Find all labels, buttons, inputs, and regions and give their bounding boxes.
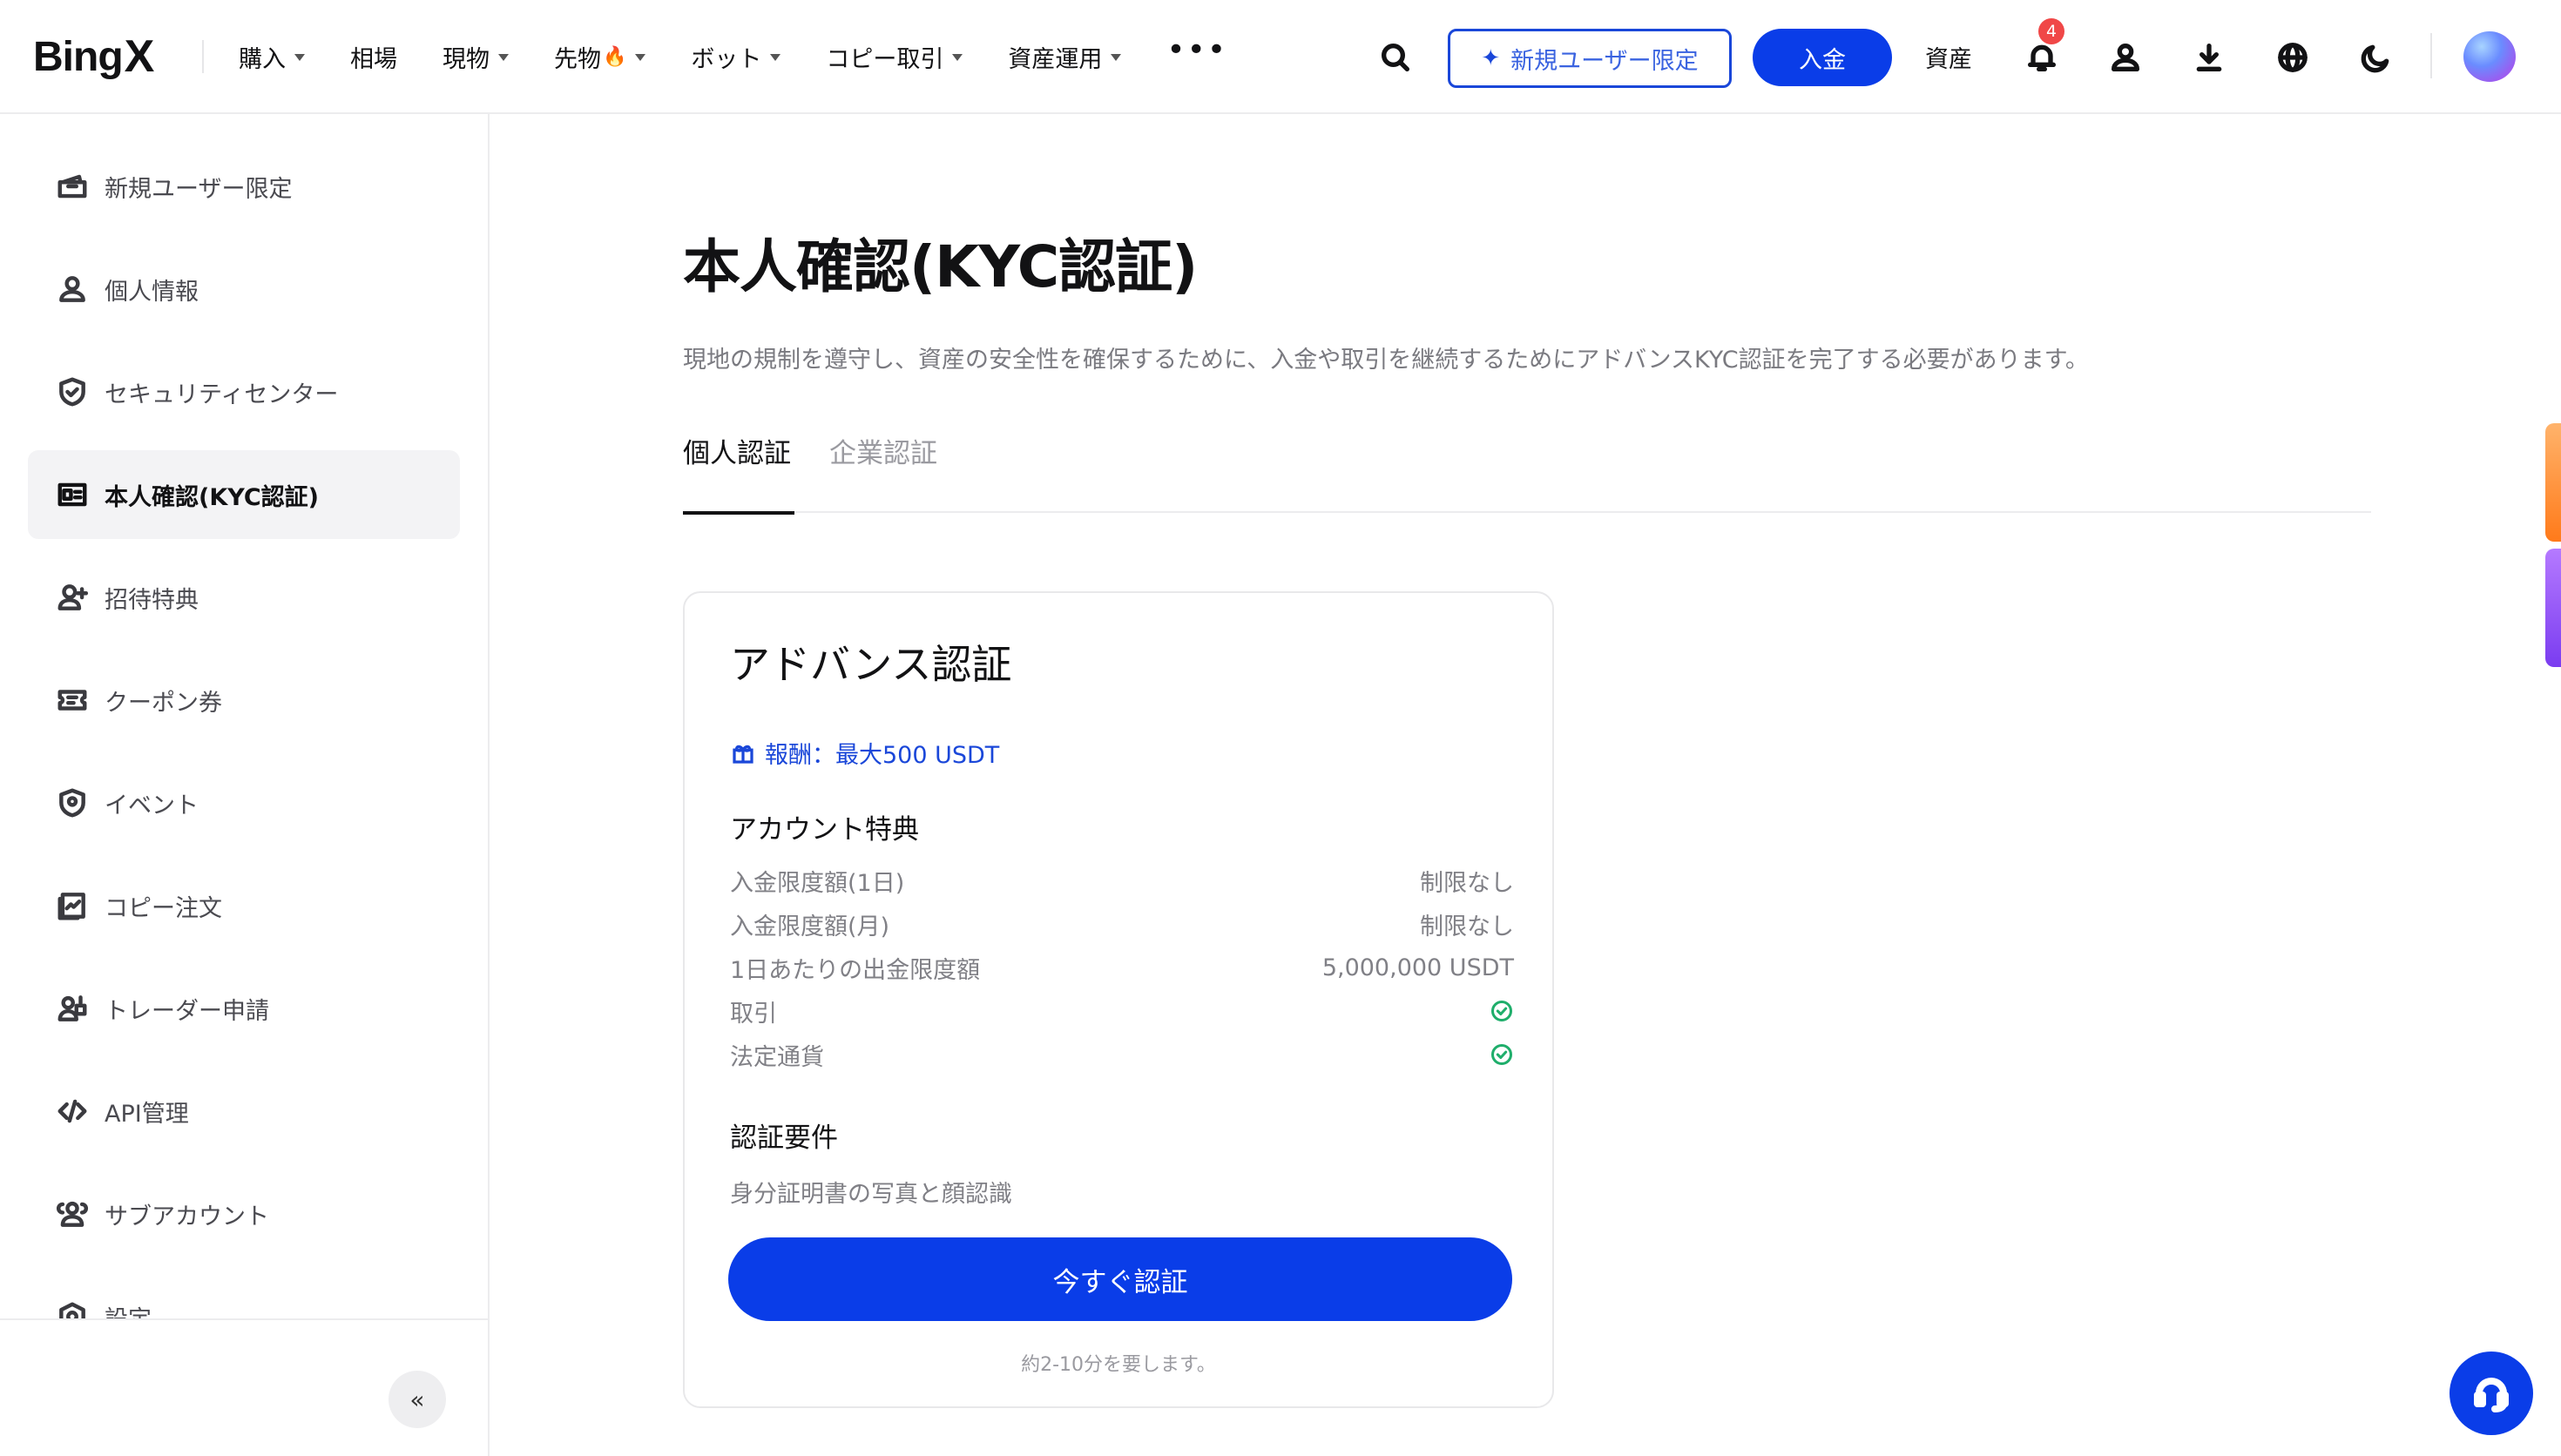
benefit-row: 入金限度額(1日) 制限なし [730,869,1514,897]
sidebar-item-security[interactable]: セキュリティセンター [28,347,460,436]
search-icon[interactable] [1376,38,1415,77]
chevron-down-icon [1111,54,1122,61]
benefits-title: アカウント特典 [730,814,919,846]
logo-text: Bing [33,33,124,80]
notification-badge: 4 [2038,18,2064,44]
id-card-icon [57,482,87,507]
user-icon[interactable] [2106,38,2145,77]
menu-markets[interactable]: 相場 [350,40,397,74]
nav-divider [2430,33,2432,78]
sidebar-footer: « [0,1318,488,1456]
requirements-text: 身分証明書の写真と顔認識 [730,1181,1012,1208]
customer-support-button[interactable] [2450,1352,2533,1435]
side-promo-tab[interactable] [2545,423,2561,542]
sidebar-item-kyc[interactable]: 本人確認(KYC認証) [28,450,460,539]
code-icon [57,1099,87,1123]
tab-personal[interactable]: 個人認証 [683,431,791,470]
event-shield-icon [59,788,85,818]
page-title: 本人確認(KYC認証) [683,233,1198,300]
top-navigation: Bing X 購入 相場 現物 先物 🔥 ボット コピー取引 資産運用 ••• ✦ … [0,0,2561,114]
sidebar: 新規ユーザー限定 個人情報 セキュリティセンター 本人確認(KYC認証) 招待特… [0,114,490,1456]
sub-account-icon [57,1201,88,1227]
check-circle-icon [1490,1000,1513,1022]
verify-now-button[interactable]: 今すぐ認証 [728,1237,1512,1321]
sidebar-item-api[interactable]: API管理 [28,1067,460,1156]
sidebar-item-sub-account[interactable]: サブアカウント [28,1170,460,1258]
page-description: 現地の規制を遵守し、資産の安全性を確保するために、入金や取引を継続するためにアド… [683,347,2089,374]
chevron-down-icon [635,54,646,61]
user-plus-icon [57,584,89,610]
deposit-button[interactable]: 入金 [1753,29,1892,86]
avatar[interactable] [2463,31,2516,82]
sidebar-item-copy-orders[interactable]: コピー注文 [28,861,460,950]
copy-order-icon [57,893,85,920]
chevron-down-icon [498,54,509,61]
sidebar-item-personal-info[interactable]: 個人情報 [28,245,460,334]
benefit-row: 取引 [730,994,1514,1028]
nav-divider [202,40,204,73]
menu-bots[interactable]: ボット [691,40,781,74]
verification-tabs: 個人認証 企業認証 [683,431,2371,513]
side-promo-tab[interactable] [2545,549,2561,667]
benefit-row: 法定通貨 [730,1037,1514,1072]
reward-info: 報酬：最大500 USDT [730,736,999,770]
headset-icon [2474,1378,2509,1412]
logo-x: X [124,31,155,82]
sidebar-item-coupons[interactable]: クーポン券 [28,656,460,745]
new-user-promo-button[interactable]: ✦ 新規ユーザー限定 [1448,29,1732,88]
assets-link[interactable]: 資産 [1925,40,1972,74]
trader-icon [57,995,87,1021]
bell-icon[interactable] [2023,38,2061,77]
coupon-icon [57,690,87,711]
gift-icon [733,745,753,764]
main-content: 本人確認(KYC認証) 現地の規制を遵守し、資産の安全性を確保するために、入金や… [491,114,2561,1456]
advanced-verification-card: アドバンス認証 報酬：最大500 USDT アカウント特典 入金限度額(1日) … [683,591,1554,1408]
shield-check-icon [59,377,85,407]
sidebar-item-referral[interactable]: 招待特典 [28,553,460,642]
main-menu: 購入 相場 現物 先物 🔥 ボット コピー取引 資産運用 ••• [239,32,1273,78]
chevron-down-icon [294,54,305,61]
fire-icon: 🔥 [603,45,627,68]
time-estimate: 約2-10分を要します。 [1021,1354,1216,1376]
more-menu-icon[interactable]: ••• [1166,32,1227,68]
moon-icon[interactable] [2357,38,2395,77]
menu-earn[interactable]: 資産運用 [1008,40,1122,74]
requirements-title: 認証要件 [730,1122,838,1154]
globe-icon[interactable] [2274,38,2312,77]
sparkle-icon: ✦ [1481,45,1501,71]
card-title: アドバンス認証 [730,641,1012,688]
menu-buy[interactable]: 購入 [239,40,305,74]
sidebar-item-trader-apply[interactable]: トレーダー申請 [28,964,460,1053]
benefit-row: 1日あたりの出金限度額 5,000,000 USDT [730,954,1514,984]
download-icon[interactable] [2190,38,2228,77]
benefit-row: 入金限度額(月) 制限なし [730,913,1514,940]
active-tab-indicator [683,511,794,515]
menu-futures[interactable]: 先物 🔥 [554,40,646,74]
chevron-down-icon [770,54,781,61]
sidebar-item-new-user[interactable]: 新規ユーザー限定 [28,142,460,231]
tab-business[interactable]: 企業認証 [829,431,937,470]
menu-spot[interactable]: 現物 [443,40,509,74]
gift-ticket-icon [57,174,87,199]
sidebar-item-events[interactable]: イベント [28,758,460,847]
bingx-logo[interactable]: Bing X [33,31,155,82]
user-icon [59,276,85,302]
check-circle-icon [1490,1043,1513,1066]
chevron-down-icon [952,54,963,61]
collapse-sidebar-button[interactable]: « [389,1371,446,1428]
menu-copy-trading[interactable]: コピー取引 [826,40,963,74]
